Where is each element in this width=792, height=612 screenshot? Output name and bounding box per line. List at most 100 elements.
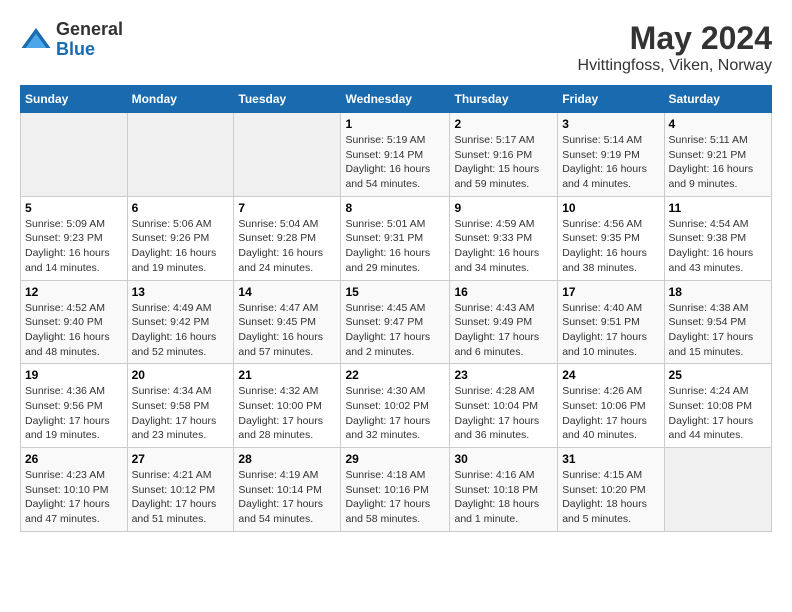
calendar-cell: 15Sunrise: 4:45 AMSunset: 9:47 PMDayligh… bbox=[341, 280, 450, 364]
day-info: Sunrise: 4:54 AMSunset: 9:38 PMDaylight:… bbox=[669, 217, 767, 276]
day-info: Sunrise: 5:01 AMSunset: 9:31 PMDaylight:… bbox=[345, 217, 445, 276]
day-info: Sunrise: 4:30 AMSunset: 10:02 PMDaylight… bbox=[345, 384, 445, 443]
day-info: Sunrise: 4:40 AMSunset: 9:51 PMDaylight:… bbox=[562, 301, 659, 360]
calendar-week-row: 26 Sunrise: 4:23 AMSunset: 10:10 PMDaylig… bbox=[21, 448, 772, 532]
day-info: Sunrise: 4:56 AMSunset: 9:35 PMDaylight:… bbox=[562, 217, 659, 276]
calendar-week-row: 5 Sunrise: 5:09 AMSunset: 9:23 PMDaylight… bbox=[21, 196, 772, 280]
day-number: 1 bbox=[345, 117, 445, 131]
day-number: 8 bbox=[345, 201, 445, 215]
weekday-thursday: Thursday bbox=[450, 86, 558, 113]
day-number: 16 bbox=[454, 285, 553, 299]
weekday-header-row: SundayMondayTuesdayWednesdayThursdayFrid… bbox=[21, 86, 772, 113]
day-info: Sunrise: 5:04 AMSunset: 9:28 PMDaylight:… bbox=[238, 217, 336, 276]
calendar-cell: 29 Sunrise: 4:18 AMSunset: 10:16 PMDaylig… bbox=[341, 448, 450, 532]
day-number: 24 bbox=[562, 368, 659, 382]
day-number: 27 bbox=[132, 452, 230, 466]
day-info: Sunrise: 4:43 AMSunset: 9:49 PMDaylight:… bbox=[454, 301, 553, 360]
calendar-title: May 2024 bbox=[578, 20, 772, 57]
calendar-cell: 25Sunrise: 4:24 AMSunset: 10:08 PMDaylig… bbox=[664, 364, 771, 448]
calendar-cell bbox=[127, 113, 234, 197]
calendar-cell: 5 Sunrise: 5:09 AMSunset: 9:23 PMDaylight… bbox=[21, 196, 128, 280]
calendar-cell: 19 Sunrise: 4:36 AMSunset: 9:56 PMDayligh… bbox=[21, 364, 128, 448]
calendar-cell: 31 Sunrise: 4:15 AMSunset: 10:20 PMDaylig… bbox=[558, 448, 664, 532]
calendar-cell: 7Sunrise: 5:04 AMSunset: 9:28 PMDaylight… bbox=[234, 196, 341, 280]
calendar-cell: 21 Sunrise: 4:32 AMSunset: 10:00 PMDaylig… bbox=[234, 364, 341, 448]
calendar-week-row: 12Sunrise: 4:52 AMSunset: 9:40 PMDayligh… bbox=[21, 280, 772, 364]
day-number: 6 bbox=[132, 201, 230, 215]
day-info: Sunrise: 5:14 AMSunset: 9:19 PMDaylight:… bbox=[562, 133, 659, 192]
day-number: 3 bbox=[562, 117, 659, 131]
calendar-cell: 16 Sunrise: 4:43 AMSunset: 9:49 PMDayligh… bbox=[450, 280, 558, 364]
day-number: 19 bbox=[25, 368, 123, 382]
day-number: 29 bbox=[345, 452, 445, 466]
weekday-saturday: Saturday bbox=[664, 86, 771, 113]
weekday-sunday: Sunday bbox=[21, 86, 128, 113]
logo-general: General bbox=[56, 20, 123, 40]
calendar-cell: 12Sunrise: 4:52 AMSunset: 9:40 PMDayligh… bbox=[21, 280, 128, 364]
page-header: General Blue May 2024 Hvittingfoss, Vike… bbox=[20, 20, 772, 75]
day-info: Sunrise: 4:15 AMSunset: 10:20 PMDaylight… bbox=[562, 468, 659, 527]
calendar-cell: 11 Sunrise: 4:54 AMSunset: 9:38 PMDayligh… bbox=[664, 196, 771, 280]
weekday-tuesday: Tuesday bbox=[234, 86, 341, 113]
day-info: Sunrise: 4:28 AMSunset: 10:04 PMDaylight… bbox=[454, 384, 553, 443]
day-info: Sunrise: 4:36 AMSunset: 9:56 PMDaylight:… bbox=[25, 384, 123, 443]
day-info: Sunrise: 4:23 AMSunset: 10:10 PMDaylight… bbox=[25, 468, 123, 527]
day-number: 25 bbox=[669, 368, 767, 382]
day-number: 26 bbox=[25, 452, 123, 466]
day-info: Sunrise: 4:49 AMSunset: 9:42 PMDaylight:… bbox=[132, 301, 230, 360]
logo-icon bbox=[20, 24, 52, 56]
day-number: 21 bbox=[238, 368, 336, 382]
day-info: Sunrise: 5:17 AMSunset: 9:16 PMDaylight:… bbox=[454, 133, 553, 192]
day-number: 13 bbox=[132, 285, 230, 299]
day-number: 31 bbox=[562, 452, 659, 466]
day-info: Sunrise: 4:19 AMSunset: 10:14 PMDaylight… bbox=[238, 468, 336, 527]
calendar-cell: 2 Sunrise: 5:17 AMSunset: 9:16 PMDaylight… bbox=[450, 113, 558, 197]
day-number: 20 bbox=[132, 368, 230, 382]
calendar-cell: 9Sunrise: 4:59 AMSunset: 9:33 PMDaylight… bbox=[450, 196, 558, 280]
calendar-header: SundayMondayTuesdayWednesdayThursdayFrid… bbox=[21, 86, 772, 113]
calendar-cell bbox=[664, 448, 771, 532]
day-number: 2 bbox=[454, 117, 553, 131]
calendar-subtitle: Hvittingfoss, Viken, Norway bbox=[578, 57, 772, 75]
calendar-cell: 8 Sunrise: 5:01 AMSunset: 9:31 PMDaylight… bbox=[341, 196, 450, 280]
day-info: Sunrise: 4:26 AMSunset: 10:06 PMDaylight… bbox=[562, 384, 659, 443]
calendar-table: SundayMondayTuesdayWednesdayThursdayFrid… bbox=[20, 85, 772, 532]
day-number: 11 bbox=[669, 201, 767, 215]
day-info: Sunrise: 4:21 AMSunset: 10:12 PMDaylight… bbox=[132, 468, 230, 527]
calendar-cell: 1 Sunrise: 5:19 AMSunset: 9:14 PMDaylight… bbox=[341, 113, 450, 197]
day-info: Sunrise: 4:59 AMSunset: 9:33 PMDaylight:… bbox=[454, 217, 553, 276]
day-number: 17 bbox=[562, 285, 659, 299]
logo: General Blue bbox=[20, 20, 123, 60]
day-info: Sunrise: 4:16 AMSunset: 10:18 PMDaylight… bbox=[454, 468, 553, 527]
day-number: 10 bbox=[562, 201, 659, 215]
day-number: 30 bbox=[454, 452, 553, 466]
calendar-cell: 17 Sunrise: 4:40 AMSunset: 9:51 PMDayligh… bbox=[558, 280, 664, 364]
calendar-cell: 28 Sunrise: 4:19 AMSunset: 10:14 PMDaylig… bbox=[234, 448, 341, 532]
calendar-cell: 13 Sunrise: 4:49 AMSunset: 9:42 PMDayligh… bbox=[127, 280, 234, 364]
day-info: Sunrise: 4:47 AMSunset: 9:45 PMDaylight:… bbox=[238, 301, 336, 360]
logo-blue: Blue bbox=[56, 40, 123, 60]
day-info: Sunrise: 5:09 AMSunset: 9:23 PMDaylight:… bbox=[25, 217, 123, 276]
day-info: Sunrise: 4:34 AMSunset: 9:58 PMDaylight:… bbox=[132, 384, 230, 443]
calendar-cell: 18Sunrise: 4:38 AMSunset: 9:54 PMDayligh… bbox=[664, 280, 771, 364]
day-number: 28 bbox=[238, 452, 336, 466]
calendar-cell: 23 Sunrise: 4:28 AMSunset: 10:04 PMDaylig… bbox=[450, 364, 558, 448]
calendar-cell bbox=[234, 113, 341, 197]
calendar-cell: 3 Sunrise: 5:14 AMSunset: 9:19 PMDaylight… bbox=[558, 113, 664, 197]
day-number: 23 bbox=[454, 368, 553, 382]
calendar-cell bbox=[21, 113, 128, 197]
day-info: Sunrise: 4:32 AMSunset: 10:00 PMDaylight… bbox=[238, 384, 336, 443]
day-number: 12 bbox=[25, 285, 123, 299]
day-number: 14 bbox=[238, 285, 336, 299]
day-number: 22 bbox=[345, 368, 445, 382]
calendar-cell: 6Sunrise: 5:06 AMSunset: 9:26 PMDaylight… bbox=[127, 196, 234, 280]
calendar-cell: 24 Sunrise: 4:26 AMSunset: 10:06 PMDaylig… bbox=[558, 364, 664, 448]
day-info: Sunrise: 5:11 AMSunset: 9:21 PMDaylight:… bbox=[669, 133, 767, 192]
day-info: Sunrise: 4:18 AMSunset: 10:16 PMDaylight… bbox=[345, 468, 445, 527]
day-info: Sunrise: 5:19 AMSunset: 9:14 PMDaylight:… bbox=[345, 133, 445, 192]
calendar-body: 1 Sunrise: 5:19 AMSunset: 9:14 PMDaylight… bbox=[21, 113, 772, 532]
day-number: 15 bbox=[345, 285, 445, 299]
day-number: 18 bbox=[669, 285, 767, 299]
weekday-friday: Friday bbox=[558, 86, 664, 113]
day-number: 5 bbox=[25, 201, 123, 215]
